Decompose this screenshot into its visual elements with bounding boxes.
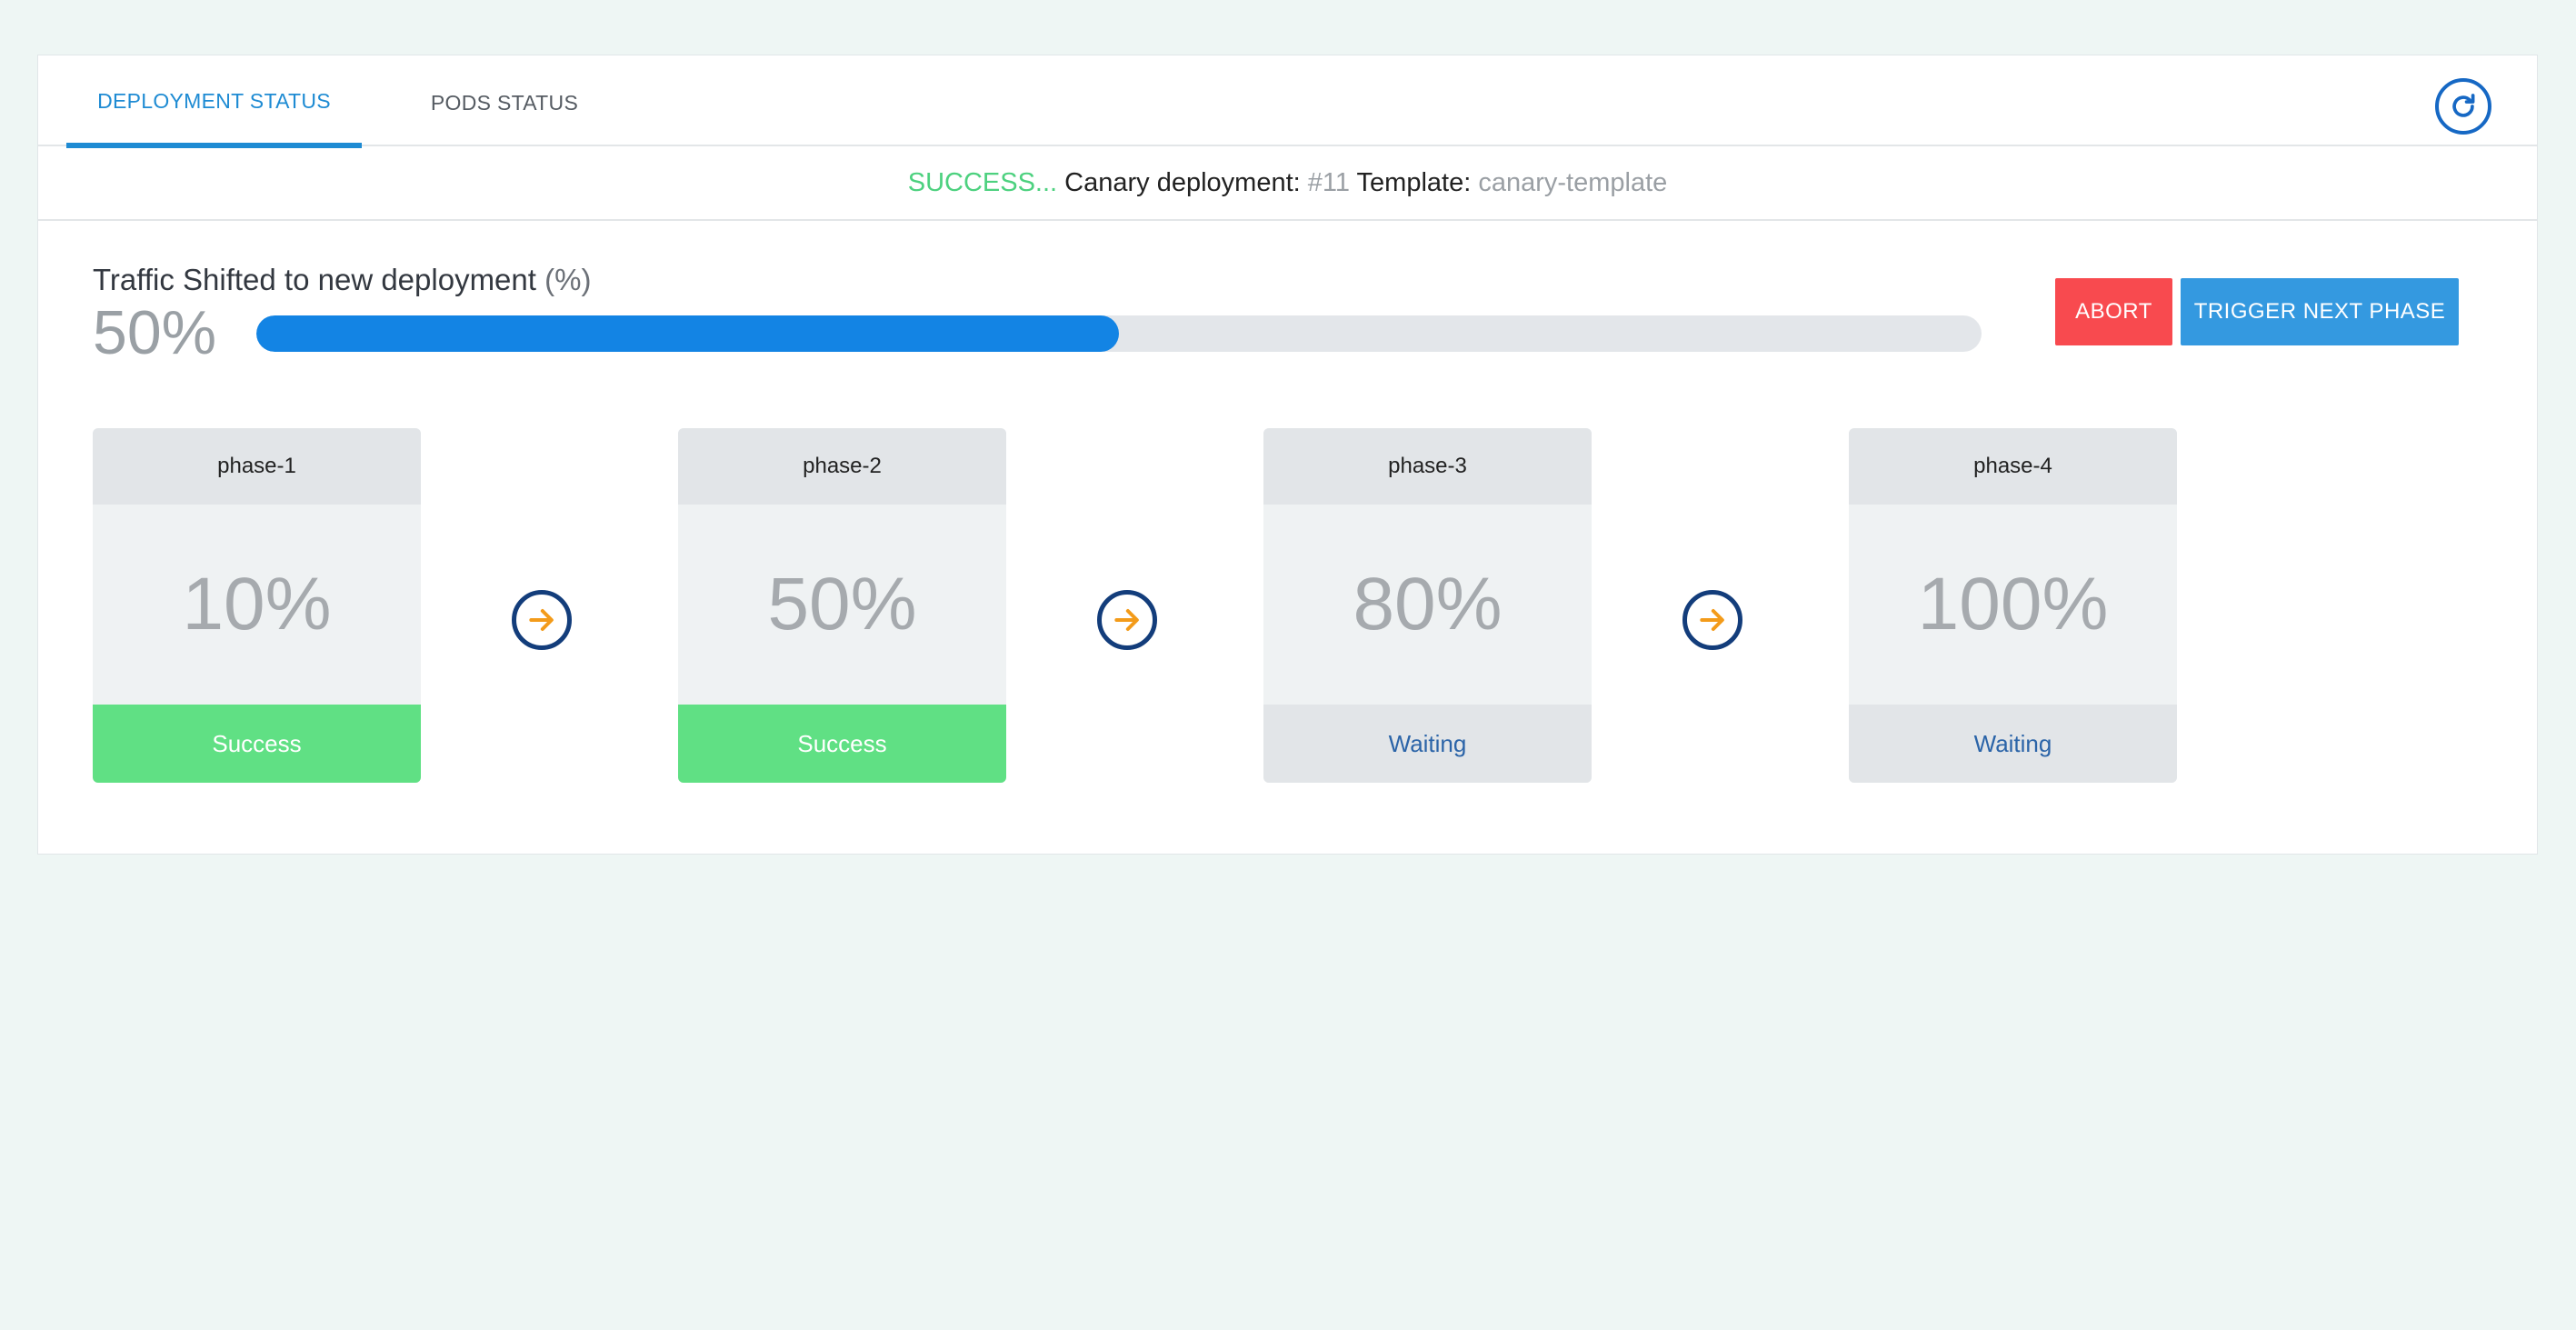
phase-status: Waiting bbox=[1263, 705, 1592, 783]
phase-name: phase-4 bbox=[1849, 428, 2177, 505]
tab-deployment-status[interactable]: DEPLOYMENT STATUS bbox=[66, 55, 362, 148]
trigger-next-phase-button[interactable]: TRIGGER NEXT PHASE bbox=[2181, 278, 2459, 345]
deployment-status-line: SUCCESS... Canary deployment: #11 Templa… bbox=[38, 146, 2537, 221]
phase-card: phase-3 80% Waiting bbox=[1263, 428, 1592, 783]
phase-percent: 10% bbox=[182, 563, 332, 645]
arrow-right-circle-icon bbox=[512, 590, 572, 650]
traffic-label-unit: (%) bbox=[544, 263, 592, 296]
arrow-right-circle-icon bbox=[1682, 590, 1742, 650]
phase-status: Waiting bbox=[1849, 705, 2177, 783]
traffic-progress-fill bbox=[256, 315, 1119, 352]
traffic-value: 50% bbox=[93, 298, 217, 367]
phase-percent: 50% bbox=[767, 563, 917, 645]
deployment-number: #11 bbox=[1307, 167, 1350, 197]
traffic-label-text: Traffic Shifted to new deployment bbox=[93, 263, 545, 296]
tab-pods-status[interactable]: PODS STATUS bbox=[391, 55, 618, 146]
phase-percent: 80% bbox=[1353, 563, 1503, 645]
phase-name: phase-1 bbox=[93, 428, 421, 505]
phase-card: phase-2 50% Success bbox=[678, 428, 1006, 783]
deployment-card: DEPLOYMENT STATUS PODS STATUS SUCCESS...… bbox=[37, 55, 2538, 855]
refresh-icon bbox=[2452, 94, 2475, 117]
arrow-right-circle-icon bbox=[1097, 590, 1157, 650]
phase-percent: 100% bbox=[1917, 563, 2109, 645]
phase-name: phase-2 bbox=[678, 428, 1006, 505]
template-label: Template: bbox=[1350, 167, 1479, 197]
template-name: canary-template bbox=[1478, 167, 1668, 197]
phase-card: phase-1 10% Success bbox=[93, 428, 421, 783]
phase-status: Success bbox=[93, 705, 421, 783]
traffic-progress-bar bbox=[256, 315, 1982, 352]
deployment-label: Canary deployment: bbox=[1057, 167, 1308, 197]
phase-card: phase-4 100% Waiting bbox=[1849, 428, 2177, 783]
phase-status: Success bbox=[678, 705, 1006, 783]
status-state: SUCCESS... bbox=[907, 167, 1058, 197]
abort-button[interactable]: ABORT bbox=[2055, 278, 2172, 345]
traffic-label: Traffic Shifted to new deployment (%) bbox=[93, 263, 591, 297]
phase-name: phase-3 bbox=[1263, 428, 1592, 505]
tab-bar: DEPLOYMENT STATUS PODS STATUS bbox=[38, 55, 2537, 148]
refresh-button[interactable] bbox=[2435, 78, 2491, 135]
